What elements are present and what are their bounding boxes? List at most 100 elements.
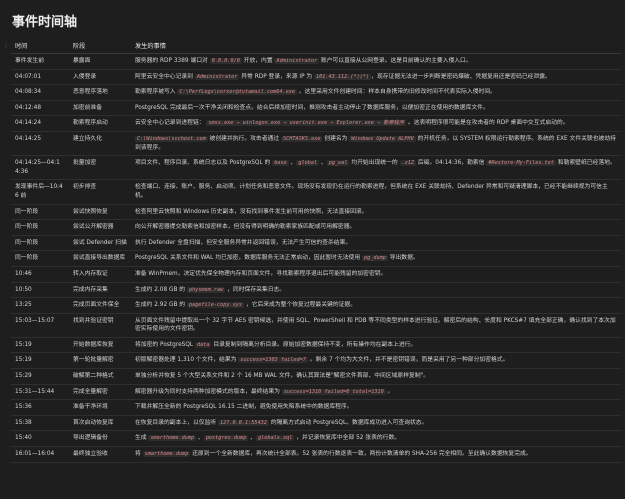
cell-description: 将加密的 PostgreSQL data 目录复制到隔离分析目录。原始加密数据保…	[131, 337, 621, 354]
cell-description: PostgreSQL 完成最后一次干净关闭和检查点。结合后续加密时间，推测攻击者…	[131, 100, 621, 117]
column-header-time[interactable]: 时间	[11, 38, 69, 54]
description-text: 被创建并执行。攻击者通过	[207, 135, 281, 142]
description-text: 解密器升级为同时支持两种加密模式的版本，最终结果为	[135, 388, 282, 395]
description-text: 。这里采用文件创建时间：样本自身携带的旧修改时间不代表实际入侵时间。	[296, 89, 496, 96]
description-text: ，并记录恢复库中全部 52 张表的行数。	[294, 435, 401, 442]
cell-phase: 第一轮批量解密	[69, 352, 131, 370]
table-row: 发现事件后—10:46 前初步排查 检查端口、连接、账户、服务、启动项、计划任务和…	[11, 179, 621, 205]
description-text: 还原到一个全新数据库，再次统计全部表。52 张表的行数逐表一致，两份计数清单的 …	[190, 451, 532, 458]
cell-time: 同一阶段	[11, 219, 69, 236]
cell-description: 解密器升级为同时支持两种加密模式的版本，最终结果为 success=1310 f…	[131, 384, 621, 401]
cell-description: 将 smarthome.dump 还原到一个全新数据库，再次统计全部表。52 张…	[131, 446, 621, 463]
cell-phase: 勒索程序启动	[69, 115, 131, 132]
description-text: 阿里云安全中心记录到	[135, 73, 195, 80]
table-row: 同一阶段 尝试公开解密器 向公开解密器提交勒索信和加密样本，但没有得到明确的勒索家族…	[11, 219, 621, 236]
inline-code: .z1Z	[399, 160, 417, 167]
cell-phase: 找到并验证密钥	[69, 313, 131, 338]
cell-description: 生成 smarthome.dump 、 postgres.dump 、 global…	[131, 430, 621, 448]
cell-description: 项目文件、程序目录、系统日志以及 PostgreSQL 的 base 、 glob…	[131, 155, 621, 181]
inline-code: pagefile-copy.sys	[186, 302, 245, 309]
cell-description: PostgreSQL 关系文件和 WAL 均已加密，数据库服务无法正常启动，因此…	[131, 250, 621, 267]
cell-phase: 尝试直接导出数据库	[69, 250, 131, 267]
cell-description: 从页面文件残留中提取出一个 32 字节 AES 密钥候选，并使用 SQL、Pow…	[131, 313, 621, 338]
description-text: 均开始出现统一的	[349, 160, 400, 167]
timeline-table: 时间 阶段 发生的事情 事件发生前 暴露面 服务器的 RDP 3389 端口对 0.…	[11, 38, 621, 463]
table-row: 15:19 第一轮批量解密 初版解密器处理 1,310 个文件，结果为 succes…	[11, 352, 621, 370]
cell-phase: 加密前准备	[69, 100, 131, 117]
inline-code: SCHTASKS.exe	[280, 135, 323, 142]
cell-description: C:\Windows\svchost.com 被创建并执行。攻击者通过 SCHT…	[131, 131, 621, 157]
cell-description: 在恢复目录的副本上，以仅监听 127.0.0.1:55432 的隔离方式启动 P…	[131, 415, 621, 432]
description-text: 异常 RDP 登录，来源 IP 为	[239, 73, 315, 80]
description-text: 目录复制到隔离分析目录。原始加密数据保持不变，所有操作均在副本上进行。	[211, 341, 417, 348]
description-text: 生成	[135, 435, 149, 442]
table-row: 15:03—15:07 找到并验证密钥 从页面文件残留中提取出一个 32 字节 AE…	[11, 313, 621, 338]
cell-description: 勒索程序被写入 C:\PerfLogs\corxor@tutamail.com6…	[131, 84, 621, 101]
description-text: 勒索程序被写入	[135, 89, 178, 96]
table-row: 13:25 完成页面文件保全 生成约 2.92 GB 的 pagefile-copy…	[11, 297, 621, 314]
description-text: ，现存证据无法进一步判断是密码爆破、凭据复用还是密码已经泄露。	[371, 73, 551, 80]
cell-time: 15:40	[11, 430, 69, 448]
description-text: ，它后来成为整个恢复过程最关键的证据。	[244, 302, 357, 309]
table-row: 15:36 准备干净环境 下载并解压全新的 PostgreSQL 16.15 二进制…	[11, 399, 621, 416]
table-row: 15:29 破解第二种格式 单独分析并恢复 5 个大型关系文件和 2 个 16 MB…	[11, 368, 621, 385]
table-row: 04:07:01 入侵登录 阿里云安全中心记录到 Administrator 异常 …	[11, 69, 621, 86]
description-text: 的隔离方式启动 PostgreSQL。数据库成功进入可查询状态。	[268, 419, 428, 426]
inline-code: postgres.dump	[203, 435, 249, 442]
cell-time: 15:29	[11, 368, 69, 385]
description-text: 和勒索壁纸已经落地。	[555, 160, 616, 167]
cell-time: 事件发生前	[11, 53, 69, 70]
inline-code: global	[296, 160, 320, 167]
inline-code: success=1303 failed=7	[238, 357, 308, 364]
table-row: 事件发生前 暴露面 服务器的 RDP 3389 端口对 0.0.0.0/0 开放，内…	[11, 53, 621, 70]
cell-phase: 初步排查	[69, 179, 131, 205]
description-text: 创建名为	[322, 135, 350, 142]
description-text: ，同时保存采集日志。	[225, 286, 286, 293]
column-header-description[interactable]: 发生的事情	[131, 38, 621, 54]
table-row: 04:14:25—04:14:36 批量加密 项目文件、程序目录、系统日志以及 Po…	[11, 155, 621, 181]
cell-description: 下载并解压全新的 PostgreSQL 16.15 二进制，避免使用失陷系统中的…	[131, 399, 621, 416]
table-row: 16:01—16:04 最终独立验收将 smarthome.dump 还原到一个全…	[11, 446, 621, 463]
inline-code: pg_wal	[326, 160, 350, 167]
description-text: 、	[319, 160, 327, 167]
inline-code: smarthome.dump	[142, 451, 191, 458]
cell-phase: 准备干净环境	[69, 399, 131, 416]
inline-code: success=1310 failed=0 total=1310	[281, 388, 386, 395]
cell-phase: 尝试 Defender 扫描	[69, 235, 131, 252]
inline-code: pg_dump	[362, 255, 388, 262]
description-text: PostgreSQL 完成最后一次干净关闭和检查点。结合后续加密时间，推测攻击者…	[135, 104, 489, 111]
description-text: 。	[385, 388, 394, 395]
description-text: 导出数据。	[387, 255, 419, 262]
description-text: 单独分析并恢复 5 个大型关系文件和 2 个 16 MB WAL 文件，确认其算…	[135, 373, 430, 380]
description-text: 开放，内置	[241, 58, 275, 64]
description-text: 执行 Defender 全盘扫描，但安全服务异常并返回错误，无法产生可信的查杀结…	[135, 239, 352, 246]
description-text: 。剩余 7 个均为大文件，并不是密钥错误，而是采用了另一种部分加密格式。	[307, 357, 509, 364]
cell-description: 服务器的 RDP 3389 端口对 0.0.0.0/0 开放，内置 Admini…	[131, 53, 621, 70]
cell-time: 15:31—15:44	[11, 384, 69, 401]
cell-phase: 最终独立验收	[69, 446, 131, 463]
cell-description: 阿里云安全中心记录到 Administrator 异常 RDP 登录，来源 IP…	[131, 69, 621, 86]
inline-code: 0.0.0.0/0	[209, 58, 242, 64]
table-row: 15:31—15:44 完成全量解密 解密器升级为同时支持两种加密模式的版本，最终结…	[11, 384, 621, 401]
description-text: 下载并解压全新的 PostgreSQL 16.15 二进制，避免使用失陷系统中的…	[135, 404, 353, 411]
cell-time: 04:14:25	[11, 131, 69, 157]
table-row: 10:46 转入内存取证 准备 WinPmem，决定优先保全物理内存和页面文件，寻找…	[11, 266, 621, 283]
description-text: PostgreSQL 关系文件和 WAL 均已加密，数据库服务无法正常启动，因此…	[135, 255, 362, 262]
cell-time: 16:01—16:04	[11, 446, 69, 463]
column-header-phase[interactable]: 阶段	[69, 38, 131, 54]
description-text: 后缀。04:14:36，勒索信	[416, 160, 487, 167]
cell-time: 15:03—15:07	[11, 313, 69, 338]
description-text: 向公开解密器提交勒索信和加密样本，但没有得到明确的勒索家族匹配或可用解密器。	[135, 224, 356, 231]
cell-phase: 首次启动恢复库	[69, 415, 131, 432]
table-row: 同一阶段 尝试直接导出数据库 PostgreSQL 关系文件和 WAL 均已加密，数…	[11, 250, 621, 267]
description-text: 在恢复目录的副本上，以仅监听	[135, 419, 218, 426]
cell-description: 生成约 2.08 GB 的 physmem.raw ，同时保存采集日志。	[131, 282, 621, 299]
inline-code: smarthome.dump	[148, 435, 197, 442]
cell-time: 04:12:48	[11, 100, 69, 117]
description-text: 账户可以直接从公网登录。这是目前确认的主要入侵入口。	[319, 58, 472, 64]
cell-time: 13:25	[11, 297, 69, 314]
drag-handle-icon[interactable]: ⋮	[3, 43, 9, 54]
table-row: 15:38 首次启动恢复库 在恢复目录的副本上，以仅监听 127.0.0.1:554…	[11, 415, 621, 432]
description-text: 检查端口、连接、账户、服务、启动项、计划任务和恶意文件。现场没有发现仍在运行的勒…	[135, 184, 608, 199]
cell-phase: 尝试快照恢复	[69, 204, 131, 221]
